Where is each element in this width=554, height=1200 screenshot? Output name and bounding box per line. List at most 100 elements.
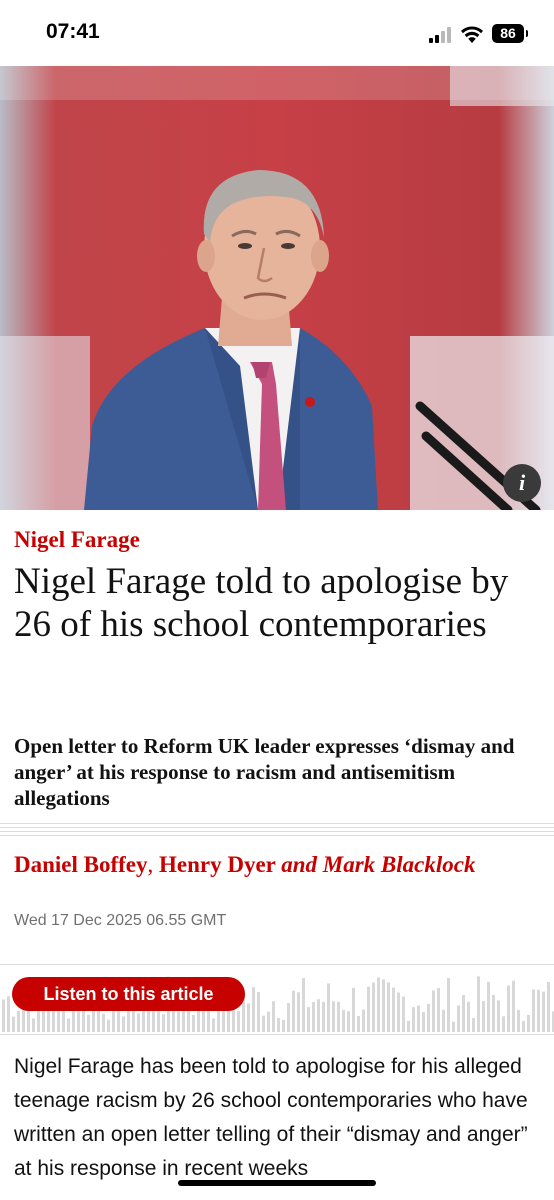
waveform-bar bbox=[137, 1013, 140, 1032]
waveform-bar bbox=[407, 1020, 410, 1032]
waveform-bar bbox=[357, 1015, 360, 1032]
divider bbox=[0, 827, 554, 828]
waveform-bar bbox=[122, 1016, 125, 1032]
waveform-bar bbox=[442, 1009, 445, 1032]
waveform-bar bbox=[12, 1016, 15, 1032]
waveform-bar bbox=[477, 976, 480, 1032]
waveform-bar bbox=[502, 1016, 505, 1032]
waveform-bar bbox=[67, 1018, 70, 1032]
waveform-bar bbox=[367, 986, 370, 1032]
waveform-bar bbox=[322, 1001, 325, 1032]
waveform-bar bbox=[7, 996, 10, 1032]
waveform-bar bbox=[497, 1000, 500, 1032]
waveform-bar bbox=[87, 1014, 90, 1032]
waveform-bar bbox=[342, 1009, 345, 1032]
waveform-bar bbox=[387, 982, 390, 1032]
publish-date: Wed 17 Dec 2025 06.55 GMT bbox=[14, 912, 227, 929]
waveform-bar bbox=[417, 1005, 420, 1032]
waveform-bar bbox=[52, 1008, 55, 1032]
waveform-bar bbox=[392, 987, 395, 1032]
waveform-bar bbox=[487, 981, 490, 1032]
waveform-bar bbox=[2, 999, 5, 1032]
waveform-bar bbox=[247, 1003, 250, 1032]
waveform-bar bbox=[312, 1001, 315, 1032]
byline: Daniel Boffey, Henry Dyer and Mark Black… bbox=[14, 852, 544, 878]
waveform-bar bbox=[347, 1011, 350, 1032]
waveform-bar bbox=[547, 981, 550, 1032]
divider bbox=[0, 823, 554, 824]
author-link[interactable]: Henry Dyer bbox=[159, 852, 275, 877]
waveform-bar bbox=[337, 1001, 340, 1032]
waveform-bar bbox=[177, 1011, 180, 1032]
byline-conjunction: and bbox=[281, 852, 318, 877]
waveform-bar bbox=[287, 1003, 290, 1032]
waveform-bar bbox=[362, 1009, 365, 1032]
waveform-bar bbox=[162, 1014, 165, 1032]
waveform-bar bbox=[212, 1018, 215, 1032]
article-body: Nigel Farage has been told to apologise … bbox=[14, 1055, 528, 1180]
article-standfirst: Open letter to Reform UK leader expresse… bbox=[14, 734, 515, 810]
waveform-bar bbox=[327, 983, 330, 1032]
waveform-bar bbox=[427, 1003, 430, 1032]
waveform-bar bbox=[257, 991, 260, 1032]
waveform-bar bbox=[302, 978, 305, 1032]
waveform-bar bbox=[467, 1001, 470, 1032]
waveform-bar bbox=[32, 1018, 35, 1032]
waveform-bar bbox=[462, 995, 465, 1032]
cellular-signal-icon bbox=[429, 27, 453, 43]
waveform-bar bbox=[452, 1021, 455, 1032]
waveform-bar bbox=[437, 988, 440, 1032]
waveform-bar bbox=[192, 1014, 195, 1032]
waveform-bar bbox=[277, 1017, 280, 1032]
waveform-bar bbox=[107, 1019, 110, 1032]
waveform-bar bbox=[492, 994, 495, 1032]
waveform-bar bbox=[252, 987, 255, 1032]
waveform-bar bbox=[157, 1009, 160, 1032]
divider bbox=[0, 835, 554, 836]
waveform-bar bbox=[447, 978, 450, 1032]
status-time: 07:41 bbox=[46, 20, 100, 43]
listen-to-article-button[interactable]: Listen to this article bbox=[12, 977, 245, 1011]
waveform-bar bbox=[307, 1007, 310, 1032]
waveform-bar bbox=[222, 1011, 225, 1032]
waveform-bar bbox=[372, 982, 375, 1032]
waveform-bar bbox=[262, 1015, 265, 1032]
waveform-bar bbox=[537, 989, 540, 1032]
waveform-bar bbox=[517, 1009, 520, 1032]
article-headline: Nigel Farage told to apologise by 26 of … bbox=[14, 561, 509, 645]
waveform-bar bbox=[432, 990, 435, 1032]
waveform-bar bbox=[282, 1019, 285, 1032]
waveform-bar bbox=[317, 999, 320, 1032]
battery-indicator: 86 bbox=[492, 24, 528, 43]
waveform-bar bbox=[532, 989, 535, 1032]
waveform-bar bbox=[377, 977, 380, 1032]
portrait-illustration bbox=[0, 66, 554, 510]
divider bbox=[0, 1034, 554, 1035]
author-link[interactable]: Daniel Boffey bbox=[14, 852, 148, 877]
waveform-bar bbox=[17, 1010, 20, 1032]
waveform-bar bbox=[77, 1011, 80, 1032]
waveform-bar bbox=[397, 992, 400, 1032]
byline-separator: , bbox=[147, 852, 154, 877]
waveform-bar bbox=[412, 1007, 415, 1032]
divider bbox=[0, 964, 554, 965]
waveform-bar bbox=[457, 1005, 460, 1032]
divider bbox=[0, 831, 554, 832]
waveform-bar bbox=[522, 1020, 525, 1032]
waveform-bar bbox=[382, 979, 385, 1032]
waveform-bar bbox=[472, 1017, 475, 1032]
hero-image[interactable] bbox=[0, 66, 554, 510]
waveform-bar bbox=[527, 1014, 530, 1032]
waveform-bar bbox=[332, 1001, 335, 1032]
waveform-bar bbox=[507, 985, 510, 1032]
image-info-button[interactable]: i bbox=[503, 464, 541, 502]
author-link[interactable]: Mark Blacklock bbox=[323, 852, 476, 877]
waveform-bar bbox=[512, 980, 515, 1032]
waveform-bar bbox=[292, 990, 295, 1032]
waveform-bar bbox=[267, 1011, 270, 1032]
waveform-bar bbox=[402, 996, 405, 1032]
waveform-bar bbox=[297, 992, 300, 1032]
section-kicker[interactable]: Nigel Farage bbox=[14, 527, 140, 553]
home-indicator bbox=[178, 1180, 376, 1186]
waveform-bar bbox=[102, 1013, 105, 1032]
